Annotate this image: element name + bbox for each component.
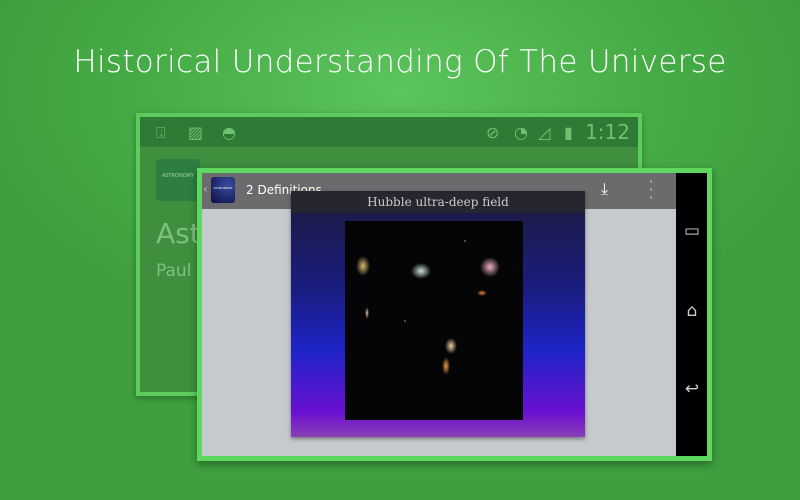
course-title: Ast: [156, 217, 201, 250]
wifi-icon: ◔: [514, 123, 528, 142]
android-icon: ◓: [222, 123, 236, 142]
slide-caption: Hubble ultra-deep field: [291, 191, 585, 213]
download-icon[interactable]: ⤓: [601, 179, 608, 199]
foreground-app-screen: ‹ ASTRONOMY 2 Definitions ⤓ · · · Hubble u…: [197, 168, 712, 461]
download-icon: ⍗: [156, 123, 166, 142]
signal-icon: ◿: [538, 123, 551, 142]
app-icon: ASTRONOMY: [156, 159, 200, 201]
nav-bar: ▭ ⌂ ↩: [676, 173, 707, 456]
clock: 1:12: [585, 120, 630, 144]
app-icon[interactable]: ASTRONOMY: [211, 177, 235, 203]
battery-icon: ▮: [564, 123, 573, 142]
slide: Hubble ultra-deep field: [291, 191, 585, 437]
image-icon: ▨: [188, 123, 204, 142]
chevron-left-icon[interactable]: ‹: [203, 182, 208, 196]
headline: Historical Understanding Of The Universe: [73, 44, 727, 80]
hubble-deep-field-image: [345, 221, 523, 420]
home-icon[interactable]: ⌂: [680, 301, 704, 321]
status-bar: ⍗ ▨ ◓ ⊘ ◔ ◿ ▮ 1:12: [140, 117, 638, 147]
author-name: Paul: [156, 261, 192, 281]
recent-apps-icon[interactable]: ▭: [680, 221, 704, 241]
back-icon[interactable]: ↩: [680, 379, 704, 399]
overflow-menu-icon[interactable]: · · ·: [648, 174, 654, 206]
mute-icon: ⊘: [486, 123, 500, 142]
